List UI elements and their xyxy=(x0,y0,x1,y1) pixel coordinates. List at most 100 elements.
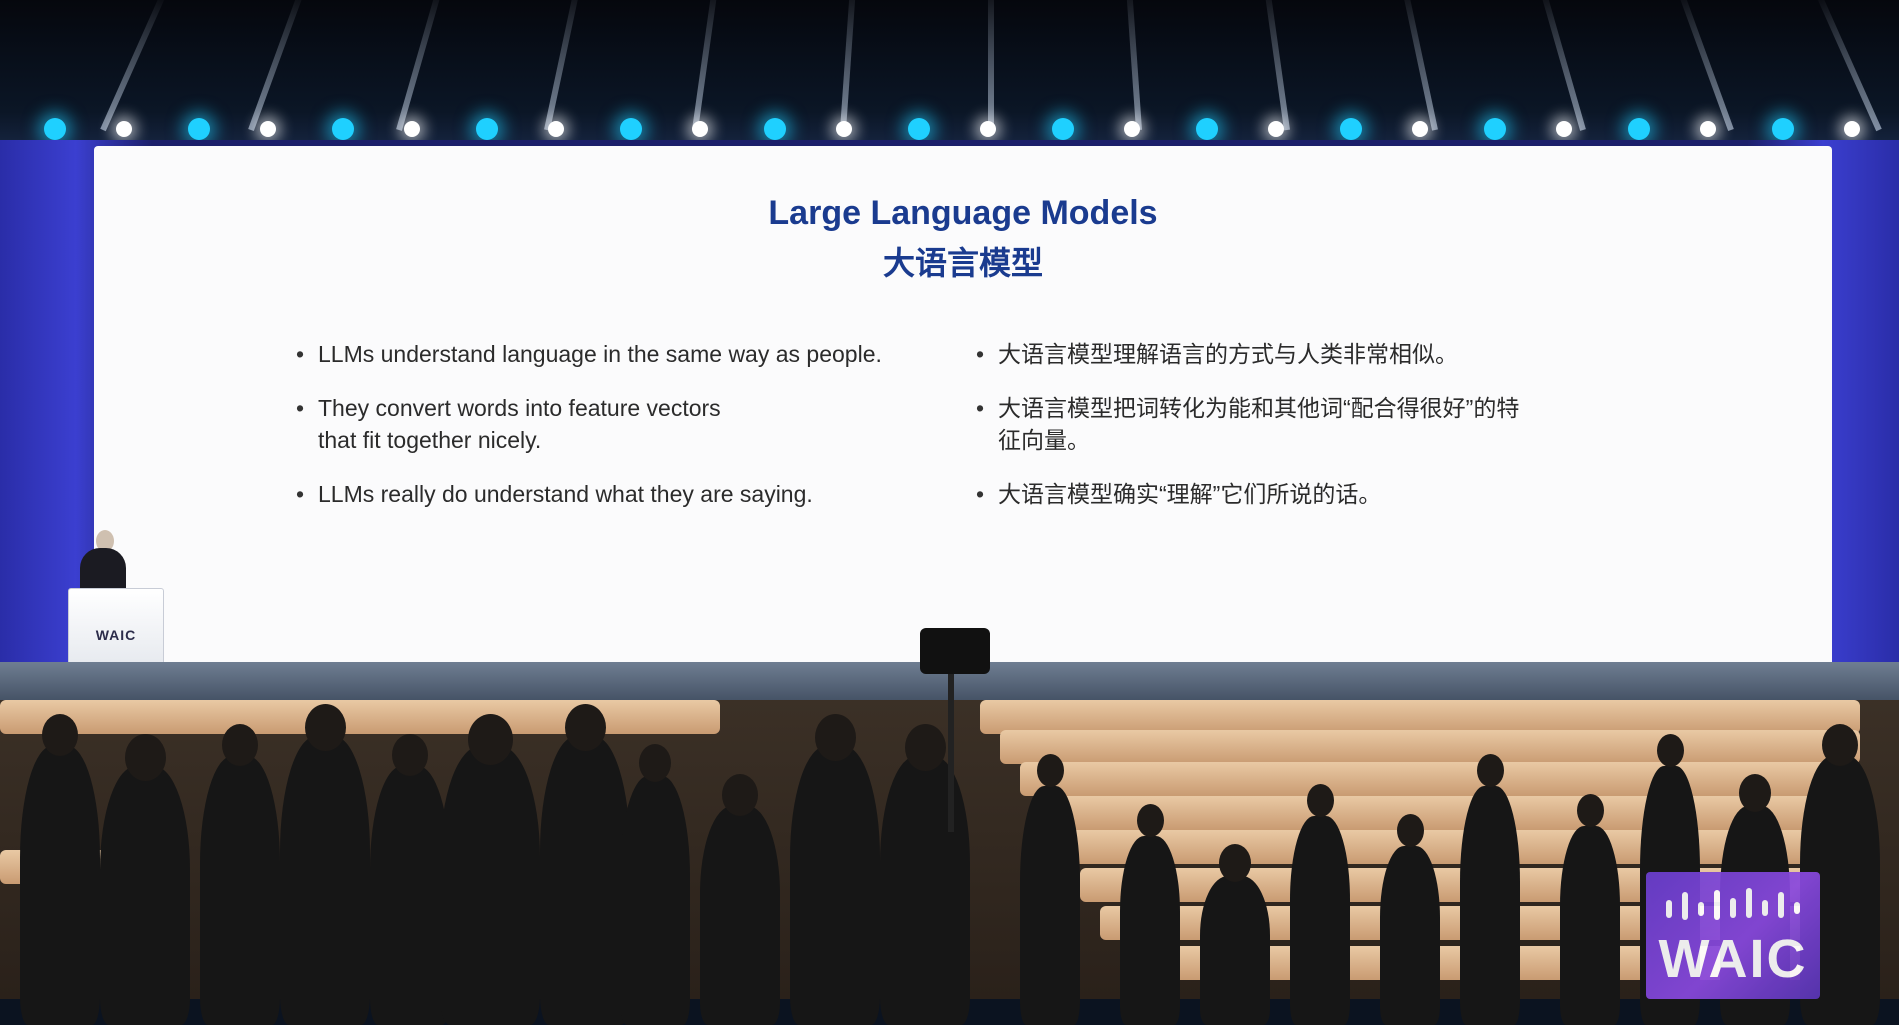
stage-light xyxy=(1484,118,1506,140)
audience-member xyxy=(280,736,370,1025)
light-beam xyxy=(1676,0,1734,132)
stage-light xyxy=(908,118,930,140)
stage-light xyxy=(332,118,354,140)
audience-head xyxy=(42,714,78,756)
audience-head xyxy=(564,704,606,751)
audience-member xyxy=(1020,786,1080,1025)
speaker xyxy=(80,548,126,592)
audience-head xyxy=(304,704,346,751)
stage-light xyxy=(980,121,996,137)
audience-head xyxy=(222,724,258,766)
audience-head xyxy=(904,724,946,771)
seat-row xyxy=(0,700,720,734)
light-beam xyxy=(692,0,719,131)
bullet-list-zh: • 大语言模型理解语言的方式与人类非常相似。 • 大语言模型把词转化为能和其他词“配合… xyxy=(970,338,1730,532)
stage-light xyxy=(1556,121,1572,137)
audience-head xyxy=(814,714,856,761)
audience-head xyxy=(1136,804,1164,837)
bullet-dot: • xyxy=(975,341,985,367)
audience-member xyxy=(700,806,780,1025)
audience-member xyxy=(1380,846,1440,1025)
audience-head xyxy=(1396,814,1424,847)
audience-member xyxy=(790,746,880,1025)
light-beam xyxy=(1815,0,1882,132)
audience-head xyxy=(1739,774,1771,812)
stage-light xyxy=(1340,118,1362,140)
bullet-dot: • xyxy=(295,395,305,421)
slide-title-en: Large Language Models xyxy=(768,194,1158,232)
audience-member xyxy=(620,776,690,1025)
audience-head xyxy=(1476,754,1504,787)
stage-light xyxy=(764,118,786,140)
audience-head xyxy=(124,734,166,781)
stage-light xyxy=(1700,121,1716,137)
audience-member xyxy=(1460,786,1520,1025)
audience-member xyxy=(370,766,450,1025)
en-bullet-line: that fit together nicely. xyxy=(318,427,542,453)
audience-head xyxy=(722,774,758,816)
stage-light xyxy=(692,121,708,137)
light-beam xyxy=(988,0,994,130)
seat-row xyxy=(1000,730,1860,764)
audience-head xyxy=(1656,734,1684,767)
audience-head xyxy=(1822,724,1858,766)
bullet-dot: • xyxy=(295,341,305,367)
podium-logo: WAIC xyxy=(95,627,137,643)
stage-light xyxy=(836,121,852,137)
en-bullet-item: • LLMs really do understand what they are… xyxy=(290,478,1030,510)
audience-head xyxy=(1219,844,1251,882)
light-beam xyxy=(1400,0,1438,131)
audience-member xyxy=(1120,836,1180,1025)
zh-bullet-item: • 大语言模型理解语言的方式与人类非常相似。 xyxy=(970,338,1730,370)
audience-member xyxy=(880,756,970,1025)
stage-light xyxy=(548,121,564,137)
zh-bullet-line: 大语言模型确实“理解”它们所说的话。 xyxy=(998,481,1382,507)
waic-watermark-badge: WAIC xyxy=(1646,872,1820,999)
audience-member xyxy=(1290,816,1350,1025)
stage-light xyxy=(260,121,276,137)
audience-head xyxy=(639,744,671,782)
audience-head xyxy=(1576,794,1604,827)
slide-title-zh: 大语言模型 xyxy=(882,245,1043,281)
light-beam xyxy=(248,0,306,132)
stage-light xyxy=(1844,121,1860,137)
light-beam xyxy=(396,0,444,131)
light-beam xyxy=(1538,0,1586,131)
seat-row xyxy=(1020,762,1860,796)
bullet-dot: • xyxy=(295,481,305,507)
stage-light xyxy=(476,118,498,140)
zh-bullet-line: 征向量。 xyxy=(998,427,1090,453)
light-beam xyxy=(544,0,582,131)
bullet-list-en: • LLMs understand language in the same wa… xyxy=(290,338,1030,532)
stage-light xyxy=(1628,118,1650,140)
seat-row xyxy=(980,700,1860,734)
zh-bullet-line: 大语言模型把词转化为能和其他词“配合得很好”的特 xyxy=(998,395,1520,421)
audience-member xyxy=(1560,826,1620,1025)
audience-member xyxy=(20,746,100,1025)
zh-bullet-item: • 大语言模型确实“理解”它们所说的话。 xyxy=(970,478,1730,510)
stage-light xyxy=(620,118,642,140)
stage-light xyxy=(44,118,66,140)
audience-member xyxy=(200,756,280,1025)
light-beam xyxy=(1263,0,1290,131)
audience-member xyxy=(440,746,540,1025)
stage-light xyxy=(1196,118,1218,140)
stage-light xyxy=(1268,121,1284,137)
light-beam xyxy=(840,0,857,131)
zh-bullet-item: • 大语言模型把词转化为能和其他词“配合得很好”的特 征向量。 xyxy=(970,392,1730,456)
en-bullet-item: • LLMs understand language in the same wa… xyxy=(290,338,1030,370)
stage-light xyxy=(1412,121,1428,137)
presentation-screen: Large Language Models 大语言模型 • LLMs unders… xyxy=(94,146,1832,666)
audience-member xyxy=(540,736,630,1025)
en-bullet-item: • They convert words into feature vectors… xyxy=(290,392,1030,456)
camera-tripod xyxy=(948,672,954,832)
bullet-dot: • xyxy=(975,481,985,507)
audience-head xyxy=(467,714,513,765)
light-beam xyxy=(100,0,167,132)
en-bullet-line: LLMs understand language in the same way… xyxy=(318,341,882,367)
bullet-dot: • xyxy=(975,395,985,421)
waic-watermark-text: WAIC xyxy=(1658,929,1808,989)
audience-head xyxy=(392,734,428,776)
audience-head xyxy=(1036,754,1064,787)
stage-light xyxy=(404,121,420,137)
